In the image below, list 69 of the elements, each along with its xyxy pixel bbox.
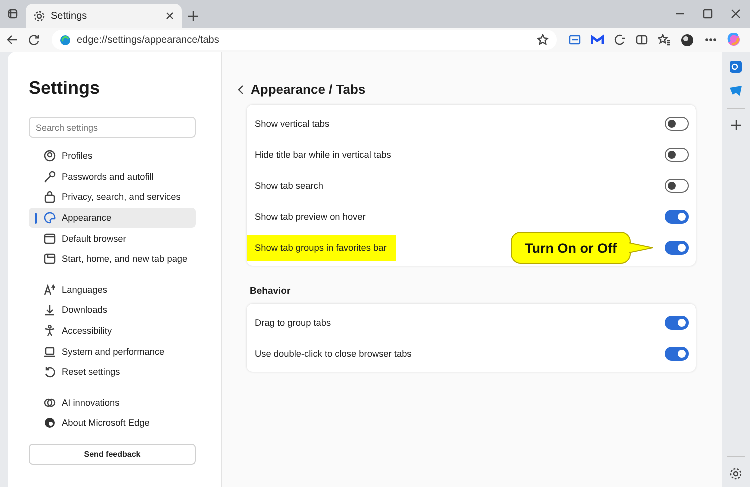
search-field[interactable]: Search settings bbox=[29, 117, 196, 138]
nav-item[interactable]: Profiles bbox=[29, 146, 196, 167]
extension-logo-icon[interactable] bbox=[591, 34, 604, 46]
mail-app-icon[interactable] bbox=[729, 60, 743, 74]
plus-icon[interactable] bbox=[188, 10, 198, 22]
star-icon[interactable] bbox=[537, 34, 549, 46]
nav-item[interactable]: Privacy, search, and services bbox=[29, 187, 196, 208]
setting-label: Show vertical tabs bbox=[255, 118, 330, 128]
laptop-icon bbox=[44, 346, 56, 358]
toggle-switch[interactable] bbox=[665, 240, 689, 254]
nav-item[interactable]: Reset settings bbox=[29, 362, 196, 383]
toggle-switch[interactable] bbox=[665, 316, 689, 330]
setting-label: Drag to group tabs bbox=[255, 318, 332, 328]
favorites-icon[interactable] bbox=[658, 34, 671, 46]
ai-icon bbox=[44, 396, 56, 409]
paper-plane-icon[interactable] bbox=[729, 85, 743, 97]
maximize-icon[interactable] bbox=[703, 9, 713, 19]
callout-pointer bbox=[628, 241, 653, 255]
plus-icon[interactable] bbox=[730, 120, 742, 131]
close-icon[interactable] bbox=[731, 9, 741, 19]
split-screen-icon[interactable] bbox=[636, 34, 648, 46]
nav-item[interactable]: System and performance bbox=[29, 341, 196, 362]
settings-title: Settings bbox=[29, 78, 100, 99]
nav-item[interactable]: AI innovations bbox=[29, 392, 196, 414]
tab-title: Settings bbox=[51, 10, 88, 22]
refresh-icon[interactable] bbox=[28, 34, 40, 46]
gear-icon bbox=[34, 10, 45, 22]
nav-item[interactable]: Default browser bbox=[29, 228, 196, 249]
address-bar[interactable]: edge://settings/appearance/tabs bbox=[52, 30, 557, 50]
nav-item[interactable]: Start, home, and new tab page bbox=[29, 248, 196, 270]
copilot-icon[interactable] bbox=[727, 33, 741, 47]
setting-label: Use double-click to close browser tabs bbox=[255, 348, 412, 358]
window-icon bbox=[44, 232, 56, 245]
nav-item[interactable]: Accessibility bbox=[29, 320, 196, 342]
highlighted-label: Show tab groups in favorites bar bbox=[247, 234, 396, 260]
setting-label: Show tab preview on hover bbox=[255, 212, 366, 222]
toggle-switch[interactable] bbox=[665, 346, 689, 360]
settings-icon[interactable] bbox=[730, 468, 742, 480]
nav-item[interactable]: Downloads bbox=[29, 300, 196, 321]
palette-icon bbox=[44, 212, 56, 224]
send-feedback-button[interactable]: Send feedback bbox=[29, 444, 196, 465]
reset-icon bbox=[44, 366, 56, 378]
lock-icon bbox=[44, 191, 56, 204]
callout: Turn On or Off bbox=[511, 232, 653, 264]
page-title: Appearance / Tabs bbox=[251, 82, 366, 97]
profile-icon bbox=[44, 150, 56, 162]
nav-item[interactable]: Languages bbox=[29, 280, 196, 300]
toggle-switch[interactable] bbox=[665, 116, 689, 130]
section-heading: Behavior bbox=[250, 286, 292, 297]
back-icon[interactable] bbox=[237, 84, 245, 94]
window-icon bbox=[44, 253, 56, 266]
window-icon[interactable] bbox=[569, 34, 581, 46]
profile-avatar-icon[interactable] bbox=[681, 34, 695, 46]
nav-item[interactable]: Passwords and autofill bbox=[29, 166, 196, 188]
workspaces-icon[interactable] bbox=[7, 8, 19, 20]
nav-item[interactable]: Appearance bbox=[29, 208, 196, 228]
toggle-switch[interactable] bbox=[665, 210, 689, 224]
close-icon[interactable] bbox=[166, 12, 174, 20]
setting-label: Show tab search bbox=[255, 180, 324, 190]
toggle-switch[interactable] bbox=[665, 148, 689, 162]
browser-tab[interactable]: Settings bbox=[26, 4, 182, 28]
accessibility-icon bbox=[44, 325, 56, 338]
back-icon[interactable] bbox=[6, 34, 18, 46]
language-icon bbox=[44, 284, 56, 296]
setting-label: Hide title bar while in vertical tabs bbox=[255, 150, 392, 160]
key-icon bbox=[44, 170, 56, 183]
toggle-switch[interactable] bbox=[665, 178, 689, 192]
download-icon bbox=[44, 304, 56, 316]
nav-item[interactable]: About Microsoft Edge bbox=[29, 413, 196, 434]
